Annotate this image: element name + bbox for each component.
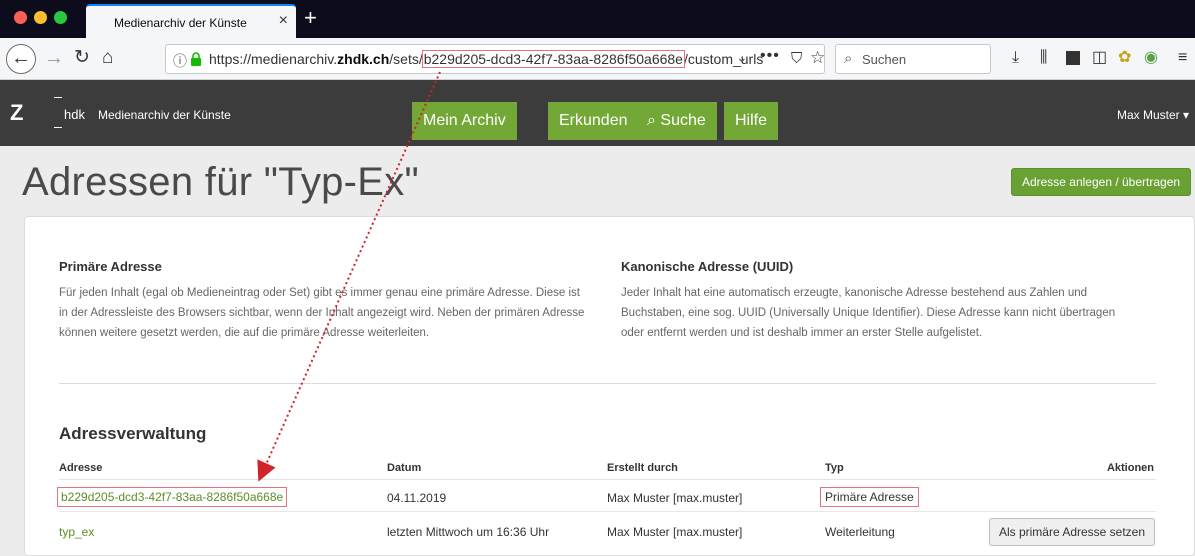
row-type-primary: Primäre Adresse [820, 487, 919, 507]
tab-close-icon[interactable]: × [279, 12, 288, 30]
nav-erkunden[interactable]: Erkunden [548, 102, 639, 140]
url-path: /sets/ [389, 51, 423, 67]
url-uuid-highlight: b229d205-dcd3-42f7-83aa-8286f50a668e [421, 50, 685, 68]
column-header-created-by: Erstellt durch [607, 462, 678, 474]
forward-button[interactable]: → [44, 46, 64, 70]
search-icon: ⌕ [647, 112, 661, 129]
browser-tab[interactable]: Medienarchiv der Künste × [86, 4, 296, 38]
pdf-extension-icon[interactable] [1066, 51, 1080, 65]
column-header-actions: Aktionen [1106, 462, 1154, 474]
browser-tab-bar: Medienarchiv der Künste × + [0, 0, 1195, 38]
info-icon[interactable]: ⓘ [173, 51, 187, 71]
page-actions-icon[interactable]: ••• [760, 47, 780, 65]
site-header: Z hdk Medienarchiv der Künste Mein Archi… [0, 80, 1195, 146]
url-domain: zhdk.ch [337, 51, 390, 67]
row-creator: Max Muster [max.muster] [607, 525, 743, 539]
table-row-line [59, 511, 1156, 512]
download-icon[interactable]: ⤓ [1012, 48, 1019, 68]
nav-hilfe[interactable]: Hilfe [724, 102, 779, 140]
user-menu[interactable]: Max Muster ▾ [1117, 108, 1189, 122]
canonical-address-heading: Kanonische Adresse (UUID) [621, 259, 794, 274]
logo-hdk: hdk [64, 107, 85, 122]
url-prefix: https://medienarchiv. [209, 51, 338, 67]
logo-bar [54, 127, 62, 128]
site-title[interactable]: Medienarchiv der Künste [98, 108, 231, 122]
primary-address-heading: Primäre Adresse [59, 259, 162, 274]
create-address-button[interactable]: Adresse anlegen / übertragen [1011, 168, 1191, 196]
section-divider [59, 383, 1156, 384]
row-creator: Max Muster [max.muster] [607, 491, 743, 505]
new-tab-button[interactable]: + [304, 4, 317, 32]
home-button[interactable]: ⌂ [102, 46, 113, 70]
back-button[interactable]: ← [6, 44, 36, 74]
extension-icon[interactable]: ✿ [1118, 48, 1131, 68]
row-date: 04.11.2019 [387, 491, 447, 505]
url-bar[interactable]: ⓘ https://medienarchiv.zhdk.ch/sets/b229… [165, 44, 825, 74]
pocket-icon[interactable]: ⛉ [791, 50, 802, 67]
column-header-type: Typ [825, 462, 844, 474]
search-placeholder: Suchen [862, 52, 907, 67]
row-date: letzten Mittwoch um 16:36 Uhr [387, 525, 550, 539]
search-icon: ⌕ [844, 50, 853, 67]
search-bar[interactable]: ⌕ Suchen [835, 44, 991, 74]
nav-suche[interactable]: ⌕ Suche [636, 102, 717, 140]
url-text[interactable]: https://medienarchiv.zhdk.ch/sets/b229d2… [209, 50, 764, 68]
nav-mein-archiv[interactable]: Mein Archiv [412, 102, 517, 140]
maximize-window-button[interactable] [54, 11, 67, 24]
logo-bar [54, 97, 62, 98]
address-management-heading: Adressverwaltung [59, 424, 207, 443]
close-window-button[interactable] [14, 11, 27, 24]
zhdk-logo[interactable]: Z [10, 100, 23, 126]
row-address-typ-ex-link[interactable]: typ_ex [59, 525, 94, 539]
table-header-line [59, 479, 1156, 480]
canonical-address-text: Jeder Inhalt hat eine automatisch erzeug… [621, 287, 1116, 339]
url-suffix: /custom_urls [683, 51, 764, 67]
reload-button[interactable]: ↻ [74, 46, 90, 70]
color-extension-icon[interactable]: ◉ [1144, 48, 1158, 68]
hamburger-menu-icon[interactable]: ≡ [1178, 48, 1187, 68]
sidebar-icon[interactable]: ◫ [1092, 48, 1107, 68]
content-card: Primäre Adresse Für jeden Inhalt (egal o… [24, 216, 1195, 556]
minimize-window-button[interactable] [34, 11, 47, 24]
primary-address-text: Für jeden Inhalt (egal ob Medieneintrag … [59, 287, 585, 339]
library-icon[interactable]: ⫼ [1040, 48, 1047, 68]
page-title: Adressen für "Typ-Ex" [22, 160, 420, 204]
tab-title: Medienarchiv der Künste [114, 16, 247, 30]
chevron-down-icon[interactable]: ⌄ [736, 49, 748, 66]
nav-suche-label: Suche [660, 112, 706, 129]
lock-icon [191, 52, 201, 66]
row-address-uuid-link[interactable]: b229d205-dcd3-42f7-83aa-8286f50a668e [56, 487, 288, 507]
browser-nav-bar: ← → ↻ ⌂ ⓘ https://medienarchiv.zhdk.ch/s… [0, 38, 1195, 80]
row-type-redirect: Weiterleitung [825, 525, 895, 539]
column-header-date: Datum [387, 462, 422, 474]
bookmark-star-icon[interactable]: ☆ [810, 48, 825, 68]
column-header-address: Adresse [59, 462, 103, 474]
set-primary-address-button[interactable]: Als primäre Adresse setzen [989, 518, 1155, 546]
